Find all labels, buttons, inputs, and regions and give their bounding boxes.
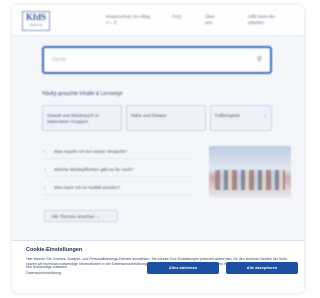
chip-label: Nähe und Distanz <box>131 113 167 118</box>
chevron-right-icon: › <box>44 149 46 154</box>
faq-label: Welche Meldepflichten gibt es für mich? <box>54 167 134 172</box>
all-topics-button[interactable]: Alle Themen ansehen ⌄ <box>44 210 118 222</box>
nav-item-faq[interactable]: FAQ <box>172 14 181 20</box>
browser-frame: KfdS SERVICE Kinderschutz im Alltag A – … <box>12 5 304 293</box>
cookie-title: Cookie-Einstellungen <box>26 247 83 253</box>
site-logo[interactable]: KfdS SERVICE <box>22 11 50 31</box>
logo-text: KfdS <box>25 12 46 22</box>
chevron-right-icon: › <box>264 114 266 120</box>
section-title: Häufig gesuchte Inhalte & Lernwege <box>42 91 123 97</box>
nav-item-label-2: arbeiten <box>248 20 265 25</box>
faq-label: Was mache ich bei einem Verdacht? <box>54 149 127 154</box>
nav-item-label-2: uns <box>205 20 213 25</box>
topic-chip-fallbeispiele[interactable]: Fallbeispiele › <box>210 105 272 131</box>
chevron-right-icon: › <box>44 185 46 190</box>
teaser-photo <box>209 146 291 198</box>
logo-subtext: SERVICE <box>29 23 43 27</box>
accept-all-button[interactable]: Alle akzeptieren <box>226 262 298 274</box>
nav-item-help[interactable]: Hilfe beim Be- arbeiten <box>248 14 276 26</box>
nav-item-about[interactable]: Über uns <box>205 14 215 26</box>
search-icon[interactable]: ⚲ <box>257 56 262 64</box>
faq-item[interactable]: › Was mache ich bei einem Verdacht? <box>44 145 194 159</box>
nav-item-label-2: A – Z <box>106 20 117 25</box>
topic-chip-gewalt[interactable]: Gewalt und Missbrauch in stationären Gru… <box>42 105 122 131</box>
all-topics-label: Alle Themen ansehen <box>51 214 95 219</box>
nav-item-a-z[interactable]: Kinderschutz im Alltag A – Z <box>106 14 150 26</box>
reject-all-button[interactable]: Alles ablehnen <box>147 262 219 274</box>
chevron-down-icon: ⌄ <box>95 214 100 219</box>
chevron-right-icon: › <box>44 167 46 172</box>
cookie-banner: Cookie-Einstellungen Hier können Sie Coo… <box>12 240 304 293</box>
faq-item[interactable]: › Welche Meldepflichten gibt es für mich? <box>44 163 194 177</box>
nav-item-label: FAQ <box>172 14 182 19</box>
faq-label: Wen kann ich im Notfall anrufen? <box>54 185 121 190</box>
topic-chip-naehe[interactable]: Nähe und Distanz <box>126 105 206 131</box>
search-input[interactable]: Suche <box>52 57 66 63</box>
chip-label: Fallbeispiele <box>215 113 241 118</box>
faq-item[interactable]: › Wen kann ich im Notfall anrufen? <box>44 181 194 195</box>
cookie-settings-link[interactable]: Nur Notwendige zulassen <box>26 265 67 269</box>
privacy-policy-link[interactable]: Datenschutzerklärung <box>26 271 61 275</box>
group-photo-people <box>215 170 285 190</box>
search-box[interactable]: Suche ⚲ <box>42 46 272 74</box>
site-header: KfdS SERVICE Kinderschutz im Alltag A – … <box>12 5 304 36</box>
chip-label: Gewalt und Missbrauch in stationären Gru… <box>47 113 99 124</box>
